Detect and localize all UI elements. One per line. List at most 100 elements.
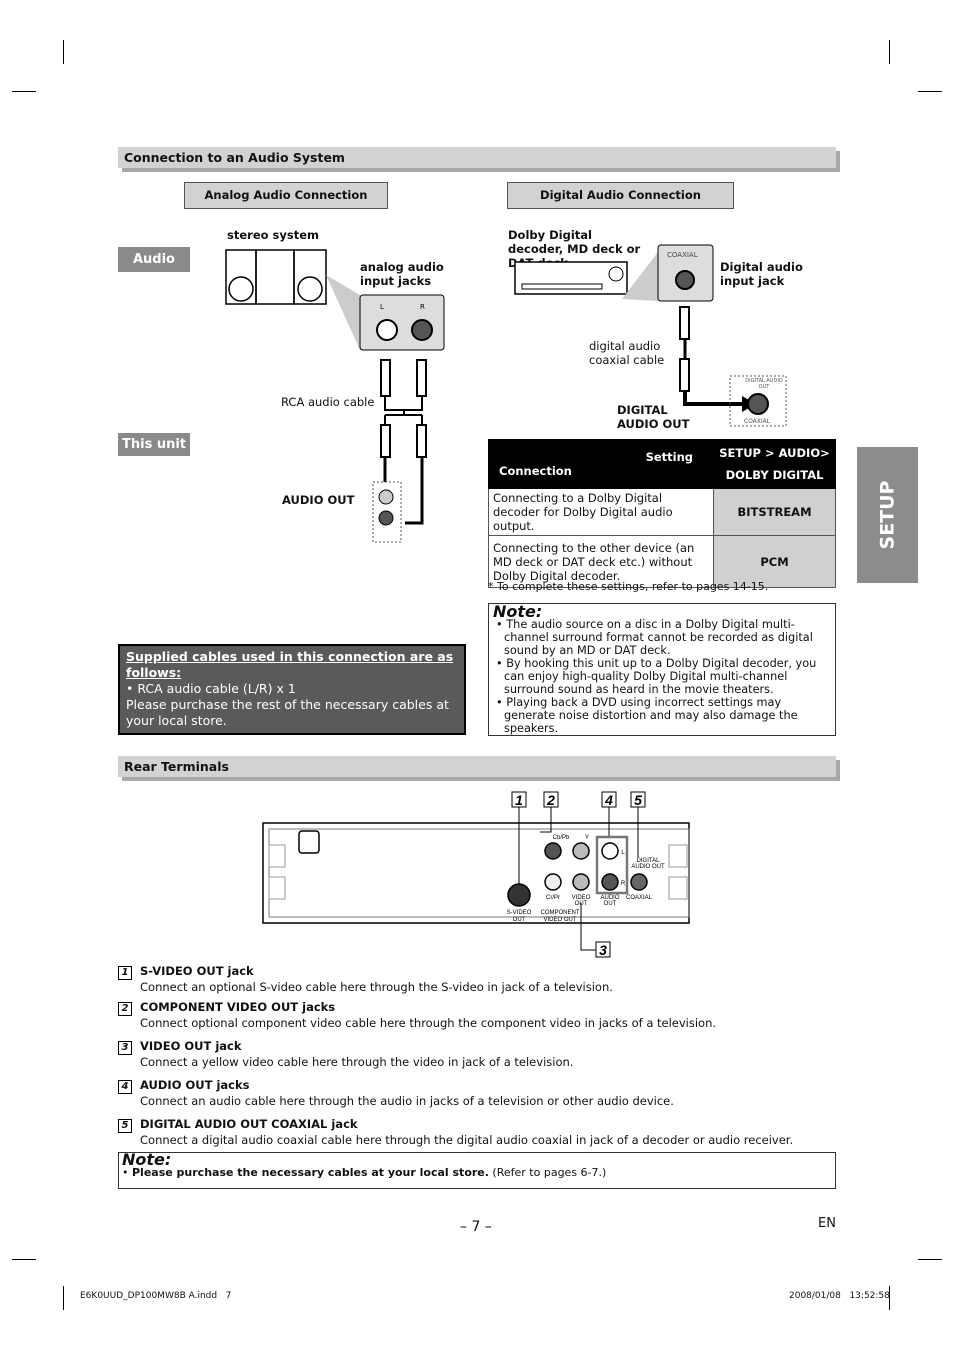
footer-date: 2008/01/08 13:52:58: [789, 1291, 890, 1301]
terminal-desc: Connect an optional S-video cable here t…: [140, 980, 613, 994]
terminal-desc: Connect an audio cable here through the …: [140, 1094, 674, 1108]
stereo-label: stereo system: [227, 228, 319, 242]
terminal-item-3: 3 VIDEO OUT jack Connect a yellow video ca…: [118, 1039, 573, 1069]
terminal-title: COMPONENT VIDEO OUT jacks: [140, 1000, 336, 1014]
digital-connection-diagram: [514, 244, 787, 427]
zoom-wedge: [326, 275, 360, 350]
digital-title: Digital Audio Connection: [507, 182, 734, 209]
y-label: Y: [585, 835, 589, 841]
jack-r-icon: [411, 319, 433, 341]
supplied-cables-box: Supplied cables used in this connection …: [118, 644, 466, 735]
note-box-dolby: Note: The audio source on a disc in a Do…: [488, 603, 836, 736]
terminal-title: S-VIDEO OUT jack: [140, 964, 254, 978]
r-label: R: [621, 881, 626, 887]
video-jack-icon: [572, 873, 590, 891]
cr-jack-icon: [544, 873, 562, 891]
terminal-item-2: 2 COMPONENT VIDEO OUT jacks Connect option…: [118, 1000, 716, 1030]
terminal-number: 2: [118, 1002, 132, 1016]
section-title-rear-terminals: Rear Terminals: [118, 756, 836, 777]
header-connection: Connection: [499, 464, 572, 478]
terminal-item-1: 1 S-VIDEO OUT jack Connect an optional S-v…: [118, 964, 613, 994]
dolby-settings-table: Setting Connection SETUP > AUDIO> DOLBY D…: [488, 439, 836, 588]
component-label: COMPONENT: [541, 910, 580, 916]
terminal-item-5: 5 DIGITAL AUDIO OUT COAXIAL jack Connect a…: [118, 1117, 793, 1147]
callout-2: 2: [546, 792, 555, 808]
unit-digital-label: DIGITAL AUDIO OUT: [745, 378, 783, 390]
header-menu-2: DOLBY DIGITAL: [725, 468, 824, 482]
analog-title: Analog Audio Connection: [184, 182, 388, 209]
audio-l-jack-icon: [601, 842, 619, 860]
setup-side-tab: SETUP: [857, 447, 918, 583]
manual-page: Connection to an Audio System Analog Aud…: [0, 0, 954, 1351]
note-item: Playing back a DVD using incorrect setti…: [504, 696, 831, 735]
terminal-number: 4: [118, 1080, 132, 1094]
terminal-number: 5: [118, 1119, 132, 1133]
terminal-item-4: 4 AUDIO OUT jacks Connect an audio cable h…: [118, 1078, 674, 1108]
unit-coaxial-jack-icon: [747, 393, 769, 415]
svg-text:OUT: OUT: [604, 901, 617, 907]
input-jacks-panel: [359, 294, 445, 351]
terminal-title: DIGITAL AUDIO OUT COAXIAL jack: [140, 1117, 358, 1131]
svg-text:VIDEO OUT: VIDEO OUT: [543, 917, 576, 923]
crop-mark: [12, 1259, 36, 1260]
svg-text:AUDIO OUT: AUDIO OUT: [631, 864, 665, 870]
page-number: – 7 –: [460, 1219, 492, 1235]
table-footnote: * To complete these settings, refer to p…: [488, 580, 769, 593]
callout-3: 3: [599, 942, 607, 958]
jack-l-icon: [376, 319, 398, 341]
terminal-number: 3: [118, 1041, 132, 1055]
supplied-item: • RCA audio cable (L/R) x 1: [126, 681, 296, 696]
cb-label: Cb/Pb: [553, 835, 570, 841]
audio-tag: Audio: [118, 247, 190, 272]
callout-1: 1: [515, 792, 523, 808]
cr-label: Cr/Pr: [546, 895, 560, 901]
unit-coaxial-label: COAXIAL: [743, 418, 771, 425]
crop-mark: [12, 91, 36, 92]
crop-mark: [63, 40, 64, 64]
this-unit-tag: This unit: [118, 433, 190, 456]
side-tab-label: SETUP: [876, 480, 899, 550]
note-bold-text: Please purchase the necessary cables at …: [132, 1166, 489, 1179]
y-jack-icon: [572, 842, 590, 860]
row-connection: Connecting to a Dolby Digital decoder fo…: [488, 488, 714, 536]
language-label: EN: [818, 1216, 836, 1231]
header-setting: Setting: [645, 450, 693, 464]
supplied-title: Supplied cables used in this connection …: [126, 649, 454, 680]
header-menu-1: SETUP > AUDIO>: [719, 446, 830, 460]
terminal-desc: Connect a yellow video cable here throug…: [140, 1055, 574, 1069]
terminal-desc: Connect a digital audio coaxial cable he…: [140, 1133, 794, 1147]
svideo-label: S-VIDEO: [507, 910, 532, 916]
coaxial-cable-icon: [679, 306, 750, 406]
terminal-number: 1: [118, 966, 132, 980]
svideo-jack-icon: [507, 883, 531, 907]
note-item: By hooking this unit up to a Dolby Digit…: [504, 657, 831, 696]
supplied-text: Please purchase the rest of the necessar…: [126, 697, 449, 728]
analog-connection-diagram: L R: [225, 249, 445, 543]
terminal-desc: Connect optional component video cable h…: [140, 1016, 717, 1030]
coaxial-jack-icon: [630, 873, 648, 891]
note-box-cables: Note: • Please purchase the necessary ca…: [118, 1152, 836, 1189]
footer-file: E6K0UUD_DP100MW8B A.indd 7: [80, 1291, 232, 1301]
crop-mark: [63, 1286, 64, 1310]
crop-mark: [889, 40, 890, 64]
section-title-audio-system: Connection to an Audio System: [118, 147, 836, 168]
callout-5: 5: [634, 792, 642, 808]
note-title: Note:: [122, 1150, 172, 1169]
rear-panel-diagram: 1 2 4 5 3 Cb/Pb Y Cr/Pr L R S-VIDEOOUT C…: [262, 791, 690, 958]
callout-4: 4: [604, 792, 613, 808]
row-value: BITSTREAM: [713, 488, 836, 536]
note-rest-text: (Refer to pages 6-7.): [488, 1166, 607, 1179]
coaxial-panel-label: COAXIAL: [667, 251, 698, 259]
jack-r-label: R: [420, 303, 425, 311]
svg-text:OUT: OUT: [513, 917, 526, 923]
note-title: Note:: [493, 602, 543, 621]
terminal-title: VIDEO OUT jack: [140, 1039, 242, 1053]
coaxial-jack-icon: [675, 270, 695, 290]
coaxial-label: COAXIAL: [626, 895, 653, 901]
crop-mark: [918, 1259, 942, 1260]
cb-jack-icon: [544, 842, 562, 860]
crop-mark: [918, 91, 942, 92]
table-row: Connecting to a Dolby Digital decoder fo…: [488, 488, 836, 536]
svg-text:OUT: OUT: [575, 901, 588, 907]
stereo-system-icon: [225, 249, 327, 305]
